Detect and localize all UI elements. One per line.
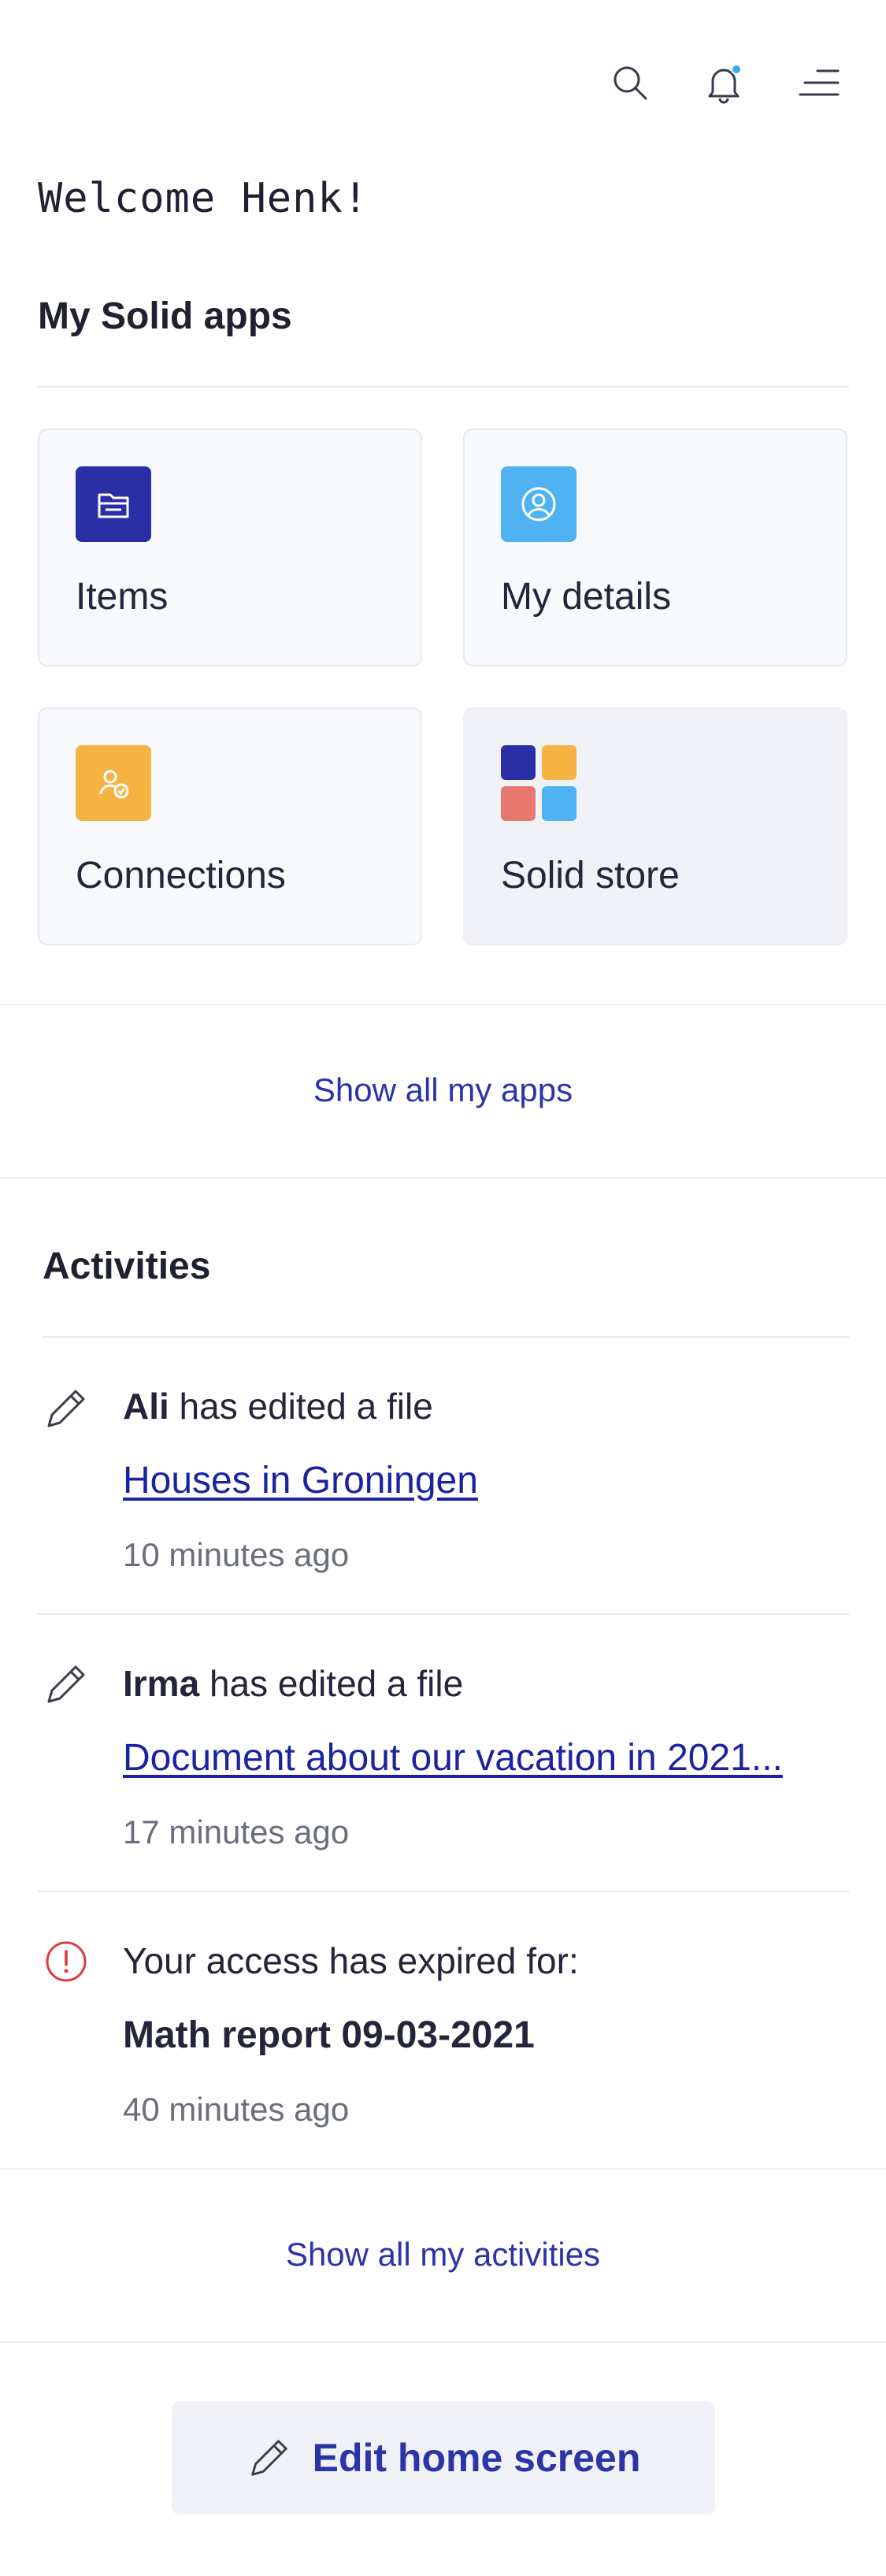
bell-icon [708, 64, 742, 104]
divider [0, 2341, 886, 2343]
menu-icon [799, 69, 840, 96]
app-card-connections[interactable]: Connections [38, 707, 422, 945]
app-card-items[interactable]: Items [38, 429, 422, 666]
activity-time: 10 minutes ago [123, 1536, 350, 1573]
activity-divider [38, 1613, 849, 1615]
app-label: Solid store [501, 855, 680, 896]
pencil-icon [250, 2440, 287, 2476]
store-grid-icon [501, 745, 576, 821]
activity-text: Ali has edited a file [123, 1385, 433, 1427]
activity-file-link[interactable]: Document about our vacation in 2021... [123, 1736, 783, 1780]
divider [0, 2168, 886, 2170]
show-all-activities-link[interactable]: Show all my activities [0, 2236, 886, 2273]
user-check-icon [76, 745, 151, 821]
activities-section-title: Activities [43, 1245, 211, 1287]
app-label: Connections [76, 855, 286, 896]
notifications-button[interactable] [696, 55, 751, 110]
divider [0, 1004, 886, 1005]
welcome-heading: Welcome Henk! [38, 175, 369, 222]
divider [0, 1177, 886, 1179]
menu-button[interactable] [791, 55, 847, 110]
activity-text: Irma has edited a file [123, 1662, 463, 1705]
activity-divider [38, 1891, 849, 1892]
apps-section-title: My Solid apps [38, 295, 292, 337]
app-card-solid-store[interactable]: Solid store [463, 707, 847, 945]
activity-target: Math report 09-03-2021 [123, 2014, 535, 2056]
show-all-apps-link[interactable]: Show all my apps [0, 1071, 886, 1109]
user-circle-icon [501, 466, 576, 542]
activity-time: 40 minutes ago [123, 2091, 350, 2128]
activity-message: Your access has expired for: [123, 1940, 579, 1981]
search-button[interactable] [602, 55, 658, 110]
activity-action: has edited a file [199, 1663, 464, 1704]
pencil-icon [47, 1390, 85, 1427]
folder-icon [76, 466, 151, 542]
edit-home-screen-label: Edit home screen [312, 2436, 641, 2480]
apps-divider [38, 386, 849, 388]
app-label: My details [501, 576, 672, 618]
edit-home-screen-button[interactable]: Edit home screen [172, 2401, 715, 2515]
activity-time: 17 minutes ago [123, 1813, 350, 1850]
app-label: Items [76, 576, 169, 618]
activity-action: has edited a file [169, 1386, 433, 1427]
activity-file-link[interactable]: Houses in Groningen [123, 1459, 478, 1502]
pencil-icon [47, 1665, 85, 1703]
app-card-my-details[interactable]: My details [463, 429, 847, 666]
search-icon [614, 66, 647, 100]
alert-circle-icon [46, 1941, 87, 1982]
activities-divider [43, 1336, 849, 1338]
activity-actor: Ali [123, 1386, 169, 1427]
activity-actor: Irma [123, 1663, 200, 1704]
